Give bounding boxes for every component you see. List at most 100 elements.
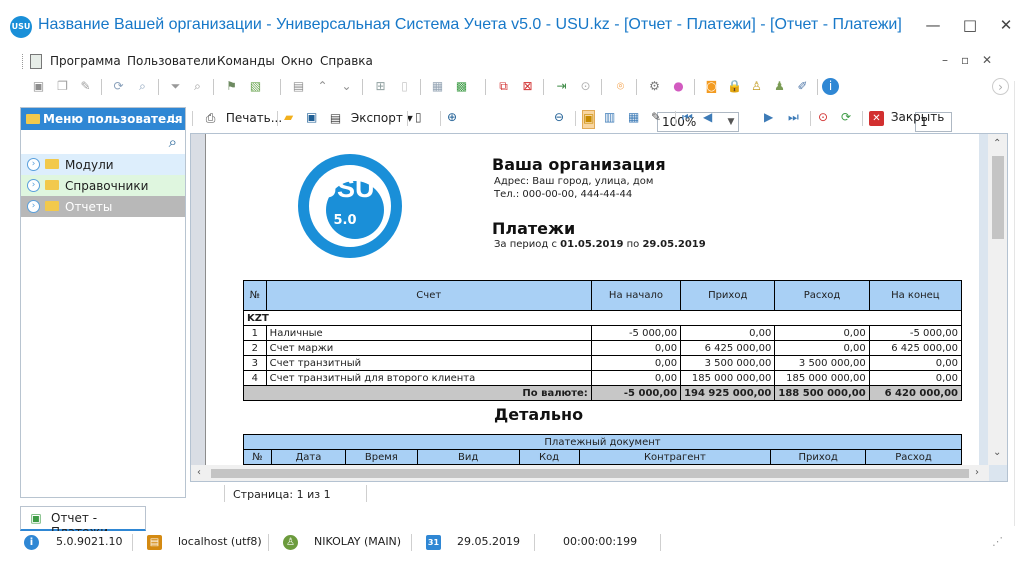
horizontal-scroll-thumb[interactable] [211,469,969,478]
close-report-button[interactable]: ✕ Закрыть [869,110,944,129]
report-view-icon[interactable]: ▥ [604,110,615,129]
resize-grip-icon[interactable]: ⋰ [992,535,1003,548]
excel-icon[interactable]: ▩ [453,78,470,95]
table-row: 2 Счет маржи 0,00 6 425 000,00 0,00 6 42… [243,340,963,356]
print-button[interactable]: ⎙ Печать... [202,110,283,129]
expense-value: 0,00 [774,340,870,356]
reports-icon[interactable]: ▣ [30,78,47,95]
print-label: Печать... [225,111,283,125]
exit-icon[interactable]: ⇥ [553,78,570,95]
start-balance: 0,00 [590,370,682,386]
toolbar-separator [420,79,421,95]
mdi-restore-button[interactable]: ▫ [961,53,969,67]
maximize-window-button[interactable]: □ [952,10,988,40]
expense-value: 185 000 000,00 [774,370,870,386]
app-logo-icon: USU [10,16,32,38]
vertical-scroll-thumb[interactable] [992,156,1004,239]
open-folder-icon[interactable]: ▰ [284,110,293,129]
payment-details-table: Платежный документ № Дата Время Вид Код … [243,434,962,465]
user-icon: ♙ [283,535,298,550]
scroll-left-icon[interactable]: ‹ [197,467,201,478]
toolbar-separator [158,79,159,95]
menu-item-commands[interactable]: Команды [217,54,275,68]
previous-page-icon[interactable]: ◀ [703,110,712,129]
main-toolbar: ▣ ❐ ✎ ⟳ ⌕ ⏷ ⌕ ⚑ ▧ ▤ ⌃ ⌄ ⊞ ▯ ▦ ▩ ⧉ ⊠ ⇥ ⊙ … [22,76,1012,100]
multiple-pages-icon[interactable]: ▦ [628,110,639,129]
detail-header-expense: Расход [865,449,962,465]
expand-arrow-icon[interactable]: › [27,200,40,213]
tools-icon[interactable]: ✐ [794,78,811,95]
refresh-report-icon[interactable]: ⟳ [841,110,851,129]
search-icon[interactable]: ⌕ [134,78,151,95]
search-icon[interactable]: ⌕ [169,133,177,151]
menu-item-label: Справочники [65,179,149,193]
document-map-icon[interactable]: ▣ [582,110,596,129]
palette-icon[interactable]: ● [670,78,687,95]
menu-item-window[interactable]: Окно [281,54,313,68]
toolbar-separator [601,79,602,95]
close-window-icon[interactable]: ⊠ [519,78,536,95]
scroll-down-icon[interactable]: ⌄ [993,447,1001,458]
settings-icon[interactable]: ⚙ [646,78,663,95]
list-icon[interactable]: ▤ [290,78,307,95]
report-preview[interactable]: USU 5.0 Ваша организация Адрес: Ваш горо… [190,133,1008,482]
income-value: 185 000 000,00 [680,370,776,386]
copy-icon[interactable]: ❐ [54,78,71,95]
zoom-select[interactable]: 100% ▼ [657,112,739,132]
last-page-icon[interactable]: ⏭ [788,110,799,129]
mdi-minimize-button[interactable]: – [942,53,948,67]
menu-item-help[interactable]: Справка [320,54,373,68]
first-page-icon[interactable]: ⏮ [682,110,693,129]
table-icon[interactable]: ▦ [429,78,446,95]
edit-report-icon[interactable]: ✎ [651,110,661,129]
image-icon[interactable]: ▧ [247,78,264,95]
expand-arrow-icon[interactable]: › [27,158,40,171]
pin-icon[interactable]: ⌾ [612,78,629,95]
edit-icon[interactable]: ✎ [77,78,94,95]
stop-icon[interactable]: ⊙ [818,110,828,129]
toolbar-nav-icon[interactable]: › [992,78,1009,95]
close-window-button[interactable]: ✕ [988,10,1024,40]
lock-icon[interactable]: 🔒 [726,78,743,95]
users-icon[interactable]: ♟ [771,78,788,95]
info-icon[interactable]: i [822,78,839,95]
new-row-icon[interactable]: ⊞ [372,78,389,95]
document-icon[interactable]: ▯ [396,78,413,95]
toolbar-separator [636,79,637,95]
vertical-scrollbar[interactable]: ⌃ ⌄ [988,134,1007,465]
expand-icon[interactable]: ⌄ [338,78,355,95]
back-icon[interactable]: ⊙ [577,78,594,95]
export-dropdown[interactable]: ▤ Экспорт ▾ [327,110,413,129]
user-icon[interactable]: ♙ [748,78,765,95]
next-page-icon[interactable]: ▶ [764,110,773,129]
new-window-icon[interactable]: ⧉ [495,78,512,95]
pin-icon[interactable]: ⊥ [168,112,178,125]
flag-icon[interactable]: ⚑ [223,78,240,95]
filter-icon[interactable]: ⏷ [167,78,184,95]
tab-payments-report[interactable]: ▣ Отчет - Платежи [20,506,146,539]
zoom-out-icon[interactable]: ⊖ [554,110,564,129]
find-icon[interactable]: ⌕ [189,78,206,95]
status-separator [132,534,133,551]
menu-item-reports[interactable]: › Отчеты [21,196,185,217]
menu-item-users[interactable]: Пользователи [127,54,216,68]
summary-header-income: Приход [680,280,776,311]
expand-arrow-icon[interactable]: › [27,179,40,192]
zoom-in-icon[interactable]: ⊕ [447,110,457,129]
scroll-right-icon[interactable]: › [975,467,979,478]
collapse-icon[interactable]: ⌃ [314,78,331,95]
save-icon[interactable]: ▣ [306,110,317,129]
mdi-close-button[interactable]: ✕ [982,53,992,67]
minimize-window-button[interactable]: — [915,10,951,40]
rss-icon[interactable]: ◙ [703,78,720,95]
chevron-down-icon[interactable]: ▼ [724,113,738,131]
page-setup-icon[interactable]: ▯ [415,110,422,129]
refresh-icon[interactable]: ⟳ [110,78,127,95]
window-title: Название Вашей организации - Универсальн… [38,16,902,33]
menu-item-directories[interactable]: › Справочники [21,175,185,196]
scroll-up-icon[interactable]: ⌃ [993,138,1001,149]
menu-item-modules[interactable]: › Модули [21,154,185,175]
toolbar-separator [675,111,676,126]
menu-item-program[interactable]: Программа [50,54,121,68]
horizontal-scrollbar[interactable]: ‹ › [191,465,989,481]
